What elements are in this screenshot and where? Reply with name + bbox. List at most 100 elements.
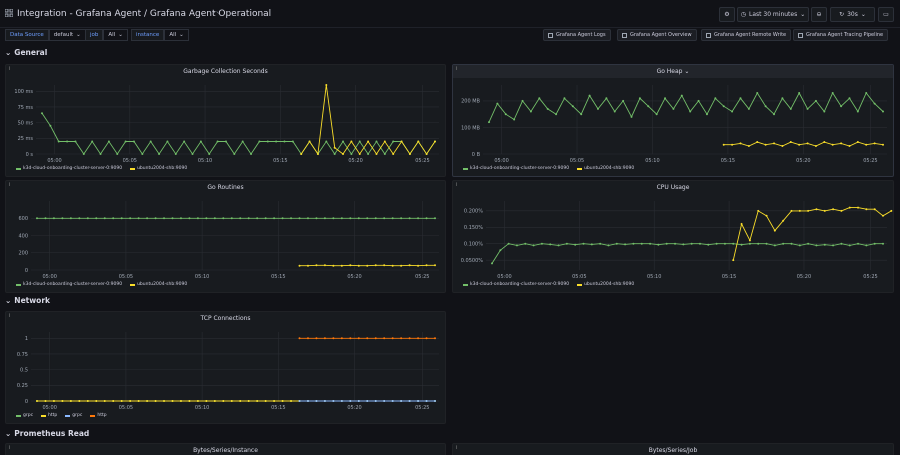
data-point [107,140,110,143]
panel-bytes-series-job[interactable]: i Bytes/Series/Job [452,443,894,455]
data-point [357,337,360,340]
y-tick-label: 0.100% [464,242,483,248]
legend-item[interactable]: http [41,413,57,418]
panel-tcp-connections[interactable]: i TCP Connections 1 0.75 0.5 0.25 0 05:00 05:0… [5,311,446,424]
share-icon[interactable]: ⸍⸌ [212,9,220,20]
legend-item[interactable]: grpc [16,413,33,418]
panel-bytes-series-instance[interactable]: i Bytes/Series/Instance [5,443,446,455]
legend-item[interactable]: k3d-cloud-onboarding-cluster-server-0:90… [16,282,122,287]
data-point [283,140,286,143]
data-point [790,242,793,245]
panel-go-routines[interactable]: i Go Routines 600 400 200 0 05:00 05:05 05:10 0… [5,180,446,293]
legend-item[interactable]: k3d-cloud-onboarding-cluster-server-0:90… [463,166,569,171]
y-tick-label: 0.0500% [461,258,483,264]
legend-swatch [577,167,583,170]
data-point [515,244,518,247]
job-select[interactable]: All ⌄ [103,29,128,41]
tv-mode-button[interactable]: ▭ [878,7,894,22]
link-agent-tracing[interactable]: Grafana Agent Tracing Pipeline [793,29,889,41]
data-point [61,400,64,402]
data-point [857,206,860,209]
variable-label: instance [131,29,165,41]
data-point [748,239,751,242]
data-point [434,264,436,267]
time-range-picker[interactable]: ◷ Last 30 minutes ⌄ [737,7,809,22]
legend-label: ubuntu2004-shb:9090 [137,166,188,171]
breadcrumb[interactable]: Integration - Grafana Agent / Grafana Ag… [17,9,271,19]
data-point [205,217,208,220]
link-agent-overview[interactable]: Grafana Agent Overview [617,29,697,41]
instance-select[interactable]: All ⌄ [164,29,189,41]
datasource-select[interactable]: default ⌄ [48,29,86,41]
legend-swatch [16,414,21,417]
row-title-text: General [14,48,48,57]
data-point [599,242,602,245]
data-point [44,400,47,402]
data-point [823,110,826,113]
panel-gc-seconds[interactable]: i Garbage Collection Seconds 100 ms 75 ms… [5,64,446,177]
link-agent-remote-write[interactable]: Grafana Agent Remote Write [701,29,792,41]
settings-button[interactable]: ⚙ [719,7,735,22]
data-point [488,121,490,124]
data-point [222,217,225,220]
y-tick-label: 50 ms [18,120,34,126]
data-point [233,153,236,155]
data-point [739,142,742,145]
data-point [882,214,884,217]
data-point [856,141,859,144]
data-point [323,217,326,220]
data-point [275,140,278,143]
clock-icon: ◷ [740,11,746,18]
legend-item[interactable]: ubuntu2004-shb:9090 [577,166,634,171]
data-point [857,242,860,245]
data-point [434,400,436,402]
y-tick-label: 0 B [472,152,481,158]
legend-item[interactable]: k3d-cloud-onboarding-cluster-server-0:90… [16,166,122,171]
row-network[interactable]: ⌄ Network [5,296,50,305]
legend-swatch [41,414,47,417]
data-point [350,153,353,155]
data-point [391,217,394,220]
data-point [613,110,616,113]
data-point [789,141,792,144]
data-point [315,337,318,340]
data-point [342,140,345,143]
panel-go-heap[interactable]: i Go Heap ⌄ 200 MB 100 MB 0 B 05:00 05:05 05:… [452,64,894,177]
data-point [615,242,618,245]
data-point [682,243,685,246]
legend-item[interactable]: http [90,413,107,418]
data-point [57,140,60,143]
link-label: Grafana Agent Logs [556,32,606,38]
data-point [722,143,725,146]
data-point [349,400,352,402]
x-tick-label: 05:15 [271,405,285,411]
row-prometheus-read[interactable]: ⌄ Prometheus Read [5,429,89,438]
legend-item[interactable]: k3d-cloud-onboarding-cluster-server-0:90… [463,282,569,287]
dashboard-grid-icon[interactable] [5,9,13,17]
zoom-out-button[interactable]: ⊖ [811,7,827,22]
data-point [434,337,436,340]
panel-cpu-usage[interactable]: i CPU Usage 0.200% 0.150% 0.100% 0.0500% 05:… [452,180,894,293]
data-point [196,400,199,402]
data-point [383,400,386,402]
data-point [103,217,106,220]
link-agent-logs[interactable]: Grafana Agent Logs [543,29,611,41]
data-point [392,153,395,155]
row-general[interactable]: ⌄ General [5,48,47,57]
data-point [332,400,335,402]
chart-cpu: 0.200% 0.150% 0.100% 0.0500% 05:00 05:05 05:10… [461,201,893,280]
legend-item[interactable]: ubuntu2004-shb:9090 [130,166,187,171]
data-point [82,153,85,155]
time-range-label: Last 30 minutes [748,11,798,18]
refresh-picker[interactable]: ↻ 30s ⌄ [830,7,875,22]
data-point [722,105,725,108]
legend: k3d-cloud-onboarding-cluster-server-0:90… [16,282,187,287]
data-point [680,94,683,97]
legend-item[interactable]: ubuntu2004-shb:9090 [130,282,187,287]
legend-item[interactable]: ubuntu2004-shb:9090 [577,282,634,287]
x-tick-label: 05:10 [195,274,209,280]
chart-gc: 100 ms 75 ms 50 ms 25 ms 0 s 05:00 05:05 05:10 0… [14,84,439,164]
data-point [264,400,267,402]
legend-item[interactable]: grpc [65,413,82,418]
data-point [557,244,560,247]
